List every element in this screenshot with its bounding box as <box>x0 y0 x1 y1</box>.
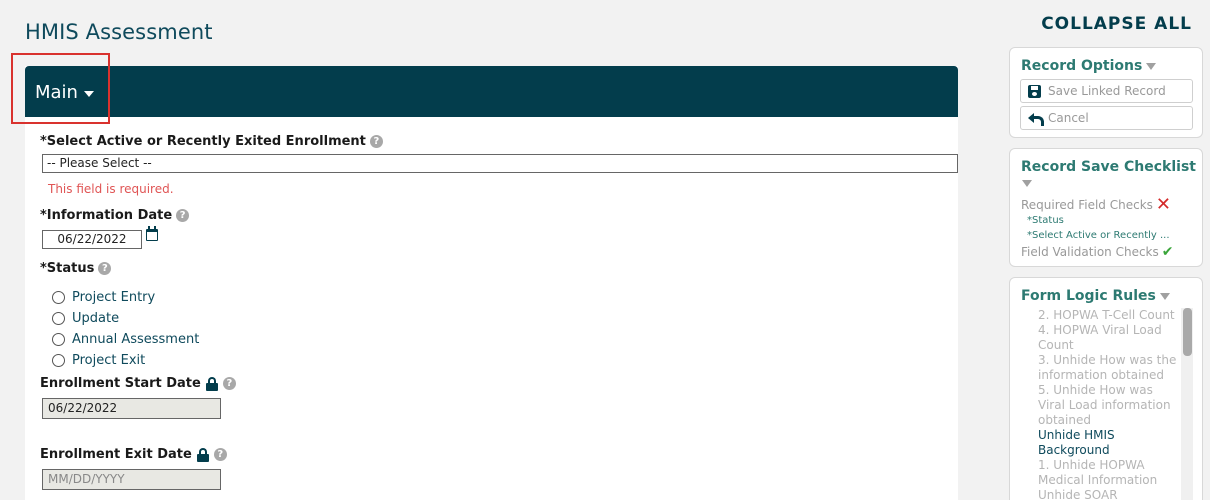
rule-item[interactable]: 4. HOPWA Viral Load Count <box>1038 323 1178 353</box>
radio-button[interactable] <box>52 333 65 346</box>
required-field-checks: Required Field Checks ✕ <box>1021 194 1171 215</box>
required-item[interactable]: *Status <box>1027 215 1064 226</box>
save-linked-record-button[interactable]: Save Linked Record <box>1020 79 1193 103</box>
checklist-title[interactable]: Record Save Checklist <box>1021 159 1196 175</box>
help-icon[interactable]: ? <box>176 209 190 222</box>
save-icon <box>1028 84 1041 98</box>
status-option-update[interactable]: Update <box>52 311 119 326</box>
record-options-card: Record Options Save Linked Record Cancel <box>1009 47 1203 138</box>
required-item[interactable]: *Select Active or Recently ... <box>1027 230 1170 241</box>
record-save-checklist-card: Record Save Checklist Required Field Che… <box>1009 148 1203 267</box>
caret-down-icon <box>1146 62 1157 70</box>
logic-rules-list: 2. HOPWA T-Cell Count 4. HOPWA Viral Loa… <box>1038 308 1178 500</box>
status-option-annual-assessment[interactable]: Annual Assessment <box>52 332 199 347</box>
lock-icon <box>196 447 210 462</box>
radio-button[interactable] <box>52 354 65 367</box>
rule-item[interactable]: Unhide SOAR <box>1038 488 1178 500</box>
section-header: Main <box>25 66 958 117</box>
calendar-icon[interactable] <box>146 226 158 241</box>
enrollment-start-date-label: Enrollment Start Date ? <box>40 376 236 391</box>
undo-icon <box>1028 112 1044 126</box>
collapse-all-button[interactable]: COLLAPSE ALL <box>1041 14 1192 34</box>
status-label: *Status ? <box>40 261 112 276</box>
record-options-toggle[interactable]: Record Options <box>1021 58 1157 74</box>
scrollbar-thumb[interactable] <box>1183 308 1192 356</box>
status-option-project-entry[interactable]: Project Entry <box>52 290 155 305</box>
field-validation-checks: Field Validation Checks ✔ <box>1021 244 1174 260</box>
caret-down-icon <box>1159 292 1170 300</box>
enrollment-field-label: *Select Active or Recently Exited Enroll… <box>40 134 383 149</box>
enrollment-error: This field is required. <box>48 182 174 196</box>
error-x-icon: ✕ <box>1155 194 1171 215</box>
enrollment-select[interactable]: -- Please Select -- <box>42 154 958 173</box>
form-logic-rules-card: Form Logic Rules 2. HOPWA T-Cell Count 4… <box>1009 277 1203 500</box>
scrollbar-track[interactable] <box>1181 308 1193 500</box>
information-date-label: *Information Date ? <box>40 208 190 223</box>
page-title: HMIS Assessment <box>25 20 213 44</box>
checkmark-icon: ✔ <box>1161 244 1174 260</box>
caret-down-icon <box>83 90 94 97</box>
form-panel: Main <box>25 66 958 500</box>
rule-item[interactable]: 1. Unhide HOPWA Medical Information <box>1038 458 1178 488</box>
rule-item[interactable]: Unhide HMIS Background <box>1038 428 1178 458</box>
help-icon[interactable]: ? <box>369 135 383 148</box>
cancel-button[interactable]: Cancel <box>1020 106 1193 130</box>
help-icon[interactable]: ? <box>213 448 227 461</box>
form-logic-rules-toggle[interactable]: Form Logic Rules <box>1021 288 1170 304</box>
enrollment-exit-date-field: MM/DD/YYYY <box>42 469 221 490</box>
help-icon[interactable]: ? <box>98 262 112 275</box>
caret-down-icon[interactable] <box>1022 180 1032 187</box>
radio-button[interactable] <box>52 312 65 325</box>
rule-item[interactable]: 5. Unhide How was Viral Load information… <box>1038 383 1178 428</box>
rule-item[interactable]: 3. Unhide How was the information obtain… <box>1038 353 1178 383</box>
enrollment-exit-date-label: Enrollment Exit Date ? <box>40 447 227 462</box>
main-section-label: Main <box>35 82 78 103</box>
radio-button[interactable] <box>52 291 65 304</box>
main-section-toggle[interactable]: Main <box>35 82 94 103</box>
status-option-project-exit[interactable]: Project Exit <box>52 353 145 368</box>
help-icon[interactable]: ? <box>222 377 236 390</box>
information-date-input[interactable]: 06/22/2022 <box>42 230 142 249</box>
lock-icon <box>205 376 219 391</box>
rule-item[interactable]: 2. HOPWA T-Cell Count <box>1038 308 1178 323</box>
enrollment-start-date-field: 06/22/2022 <box>42 398 221 419</box>
